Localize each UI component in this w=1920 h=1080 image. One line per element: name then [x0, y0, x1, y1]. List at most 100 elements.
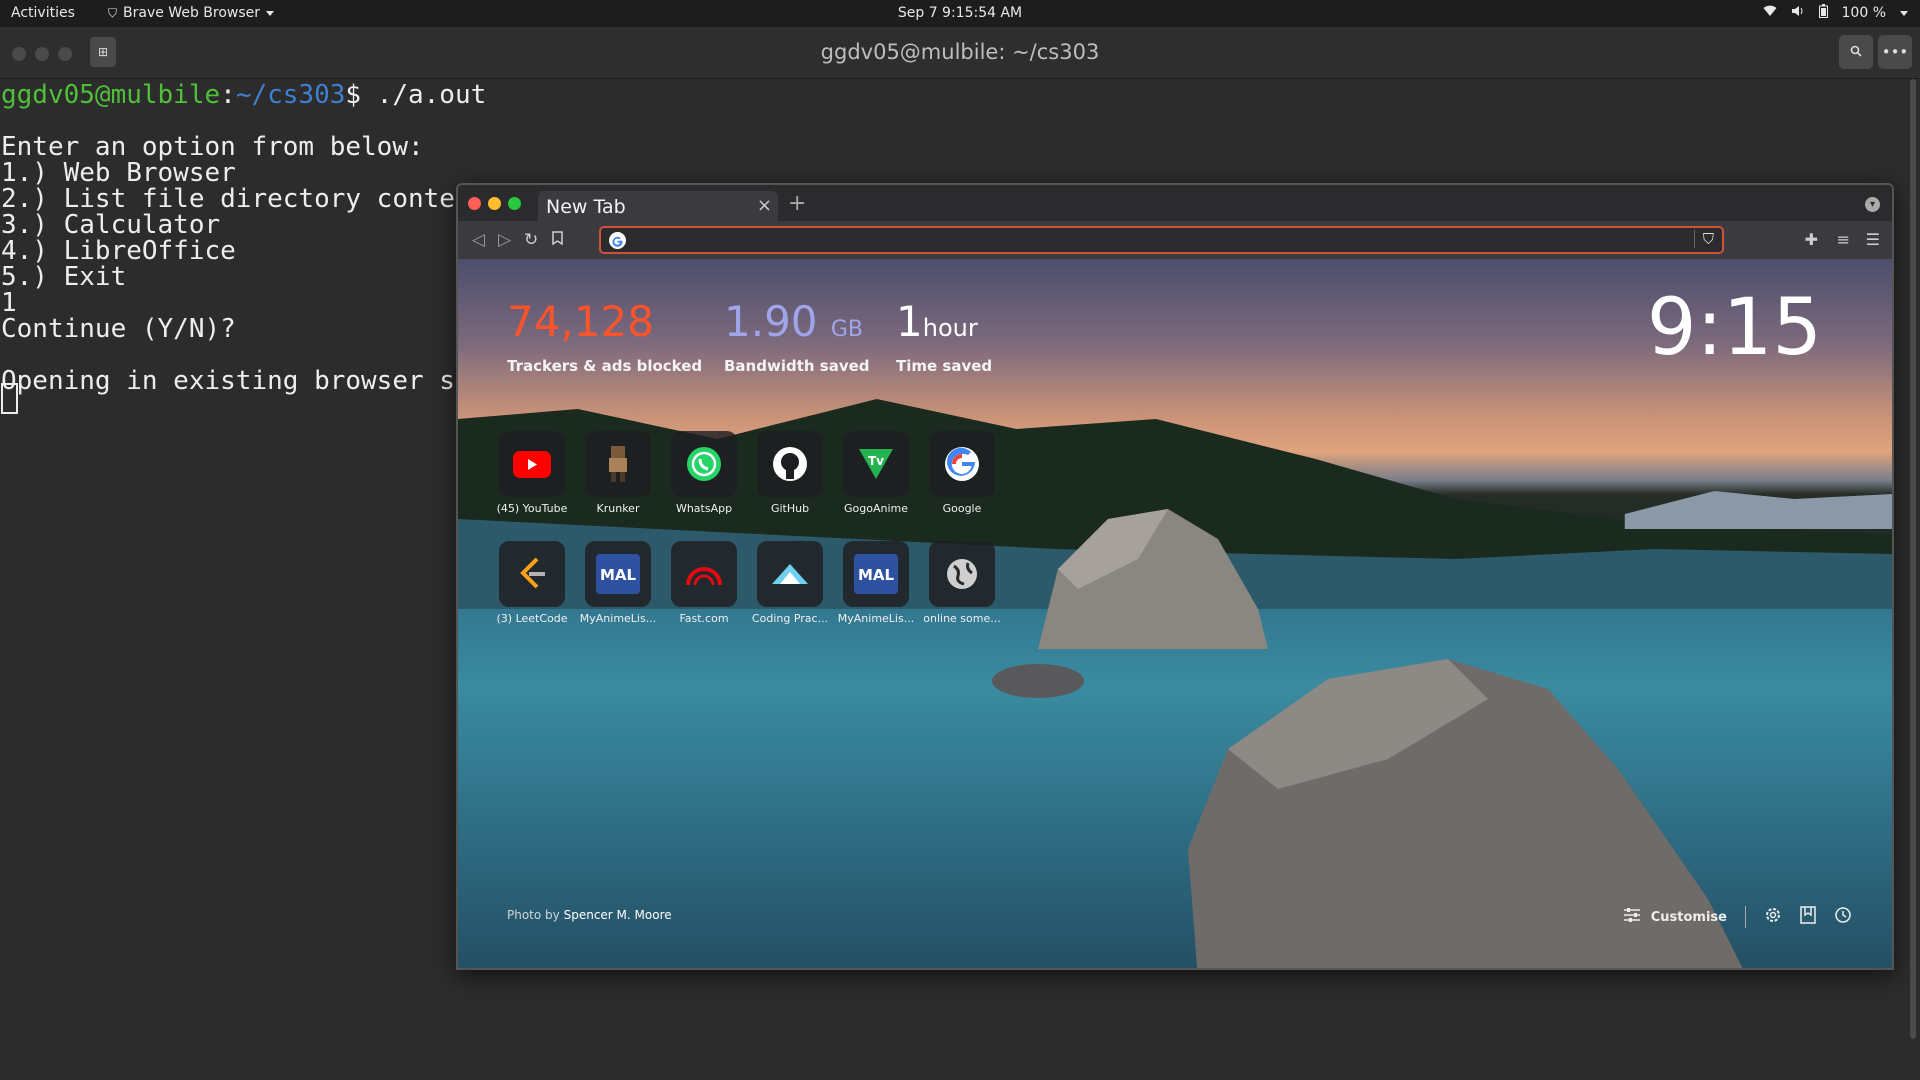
leetcode-icon [499, 541, 565, 607]
system-tray[interactable]: 100 % [1763, 4, 1908, 22]
top-site-tile[interactable]: Tv GogoAnime [841, 431, 911, 515]
youtube-icon [499, 431, 565, 497]
top-site-label: online some... [923, 612, 1001, 625]
search-icon [1850, 45, 1862, 57]
terminal-headerbar: ⊞ ggdv05@mulbile: ~/cs303 ••• [0, 27, 1920, 79]
top-site-tile[interactable]: (45) YouTube [497, 431, 567, 515]
window-menu-button[interactable]: ▾ [1865, 197, 1880, 212]
terminal-title: ggdv05@mulbile: ~/cs303 [820, 40, 1100, 64]
mal-icon: MAL [585, 541, 651, 607]
reload-icon[interactable]: ↻ [524, 230, 538, 250]
browser-tab-strip: New Tab × + ▾ [458, 185, 1892, 223]
maximize-window-button[interactable] [508, 197, 521, 210]
time-saved-label: Time saved [896, 357, 993, 375]
trackers-blocked-label: Trackers & ads blocked [507, 357, 703, 375]
mal-icon: MAL [843, 541, 909, 607]
svg-text:MAL: MAL [600, 566, 637, 584]
rock-shape [1038, 509, 1268, 649]
top-site-tile[interactable]: online some... [923, 541, 1001, 625]
minimize-window-button[interactable] [488, 197, 501, 210]
close-window-button[interactable] [468, 197, 481, 210]
top-site-label: Google [942, 502, 982, 515]
settings-gear-icon[interactable] [1764, 906, 1782, 928]
top-site-tile[interactable]: Fast.com [669, 541, 739, 625]
ntp-clock: 9:15 [1646, 283, 1822, 373]
svg-text:MAL: MAL [858, 566, 895, 584]
terminal-cursor [1, 383, 18, 414]
system-clock[interactable]: Sep 7 9:15:54 AM [0, 5, 1920, 21]
photo-credit-prefix: Photo by [507, 908, 560, 922]
bandwidth-saved-label: Bandwidth saved [724, 357, 870, 375]
close-tab-icon[interactable]: × [757, 195, 772, 216]
prompt-command: $ ./a.out [345, 80, 487, 110]
whatsapp-icon [671, 431, 737, 497]
top-site-label: MyAnimeLis... [579, 612, 657, 625]
gogoanime-icon: Tv [843, 431, 909, 497]
fast-icon [671, 541, 737, 607]
menu-icon[interactable]: ☰ [1866, 230, 1880, 249]
google-icon [609, 232, 626, 249]
prompt-path: ~/cs303 [235, 80, 346, 110]
address-bar[interactable]: ⛉ [599, 226, 1724, 254]
top-site-tile[interactable]: Krunker [583, 431, 653, 515]
customise-button[interactable]: Customise [1623, 907, 1727, 927]
terminal-scrollbar[interactable] [1910, 79, 1916, 1039]
top-site-label: Coding Prac... [751, 612, 829, 625]
top-site-tile[interactable]: Coding Prac... [752, 541, 828, 625]
browser-toolbar: ◁ ▷ ↻ ⛉ ✚ ≡ ☰ [458, 221, 1892, 259]
playlist-icon[interactable]: ≡ [1837, 230, 1850, 249]
chevron-down-icon [1900, 10, 1908, 16]
globe-icon [929, 541, 995, 607]
prompt-user: ggdv05@mulbile [1, 80, 221, 110]
forward-icon[interactable]: ▷ [498, 230, 511, 250]
brave-shields-icon[interactable]: ⛉ [1693, 230, 1714, 248]
top-site-label: GitHub [770, 502, 810, 515]
bandwidth-number: 1.90 [724, 297, 818, 346]
top-site-tile[interactable]: MAL MyAnimeLis... [838, 541, 914, 625]
battery-percent: 100 % [1841, 5, 1886, 21]
tab-new-tab[interactable]: New Tab × [538, 191, 778, 223]
photo-credit[interactable]: Photo by Spencer M. Moore [507, 908, 672, 922]
history-icon[interactable] [1834, 906, 1852, 928]
trackers-blocked-value: 74,128 [507, 297, 654, 346]
top-site-label: WhatsApp [675, 502, 733, 515]
github-icon [757, 431, 823, 497]
bookmarks-icon[interactable] [1800, 906, 1816, 928]
bandwidth-saved-value: 1.90 GB [724, 297, 863, 346]
sliders-icon [1623, 907, 1641, 927]
bookmark-icon[interactable] [552, 230, 563, 250]
photo-credit-name: Spencer M. Moore [563, 908, 672, 922]
time-number: 1 [896, 297, 923, 346]
rock-shape [992, 664, 1084, 698]
terminal-menu-button[interactable]: ••• [1878, 35, 1912, 69]
output-line: Opening in existing browser se [1, 366, 471, 396]
top-site-label: (45) YouTube [496, 502, 568, 515]
top-site-tile[interactable]: WhatsApp [669, 431, 739, 515]
top-site-label: MyAnimeLis... [837, 612, 915, 625]
back-icon[interactable]: ◁ [472, 230, 485, 250]
wifi-icon [1763, 5, 1777, 21]
new-tab-button[interactable]: + [788, 191, 806, 216]
top-site-label: Fast.com [679, 612, 729, 625]
bandwidth-unit: GB [830, 317, 864, 342]
customise-label: Customise [1650, 909, 1727, 925]
top-site-label: Krunker [596, 502, 640, 515]
ntp-footer-controls: Customise [1623, 906, 1852, 928]
top-site-tile[interactable]: MAL MyAnimeLis... [580, 541, 656, 625]
top-site-tile[interactable]: GitHub [755, 431, 825, 515]
extensions-icon[interactable]: ✚ [1805, 230, 1818, 249]
output-line: Continue (Y/N)? [1, 314, 236, 344]
top-site-label: (3) LeetCode [496, 612, 568, 625]
krunker-icon [585, 431, 651, 497]
volume-icon [1791, 5, 1805, 21]
time-unit: hour [922, 314, 978, 342]
output-line: 5.) Exit [1, 262, 127, 292]
google-icon [929, 431, 995, 497]
top-site-tile[interactable]: Google [927, 431, 997, 515]
divider [1745, 906, 1746, 928]
prompt-line: ggdv05@mulbile:~/cs303$ ./a.out [1, 79, 486, 111]
search-button[interactable] [1839, 35, 1873, 69]
top-site-label: GogoAnime [843, 502, 908, 515]
top-site-tile[interactable]: (3) LeetCode [496, 541, 568, 625]
svg-text:Tv: Tv [868, 454, 884, 468]
